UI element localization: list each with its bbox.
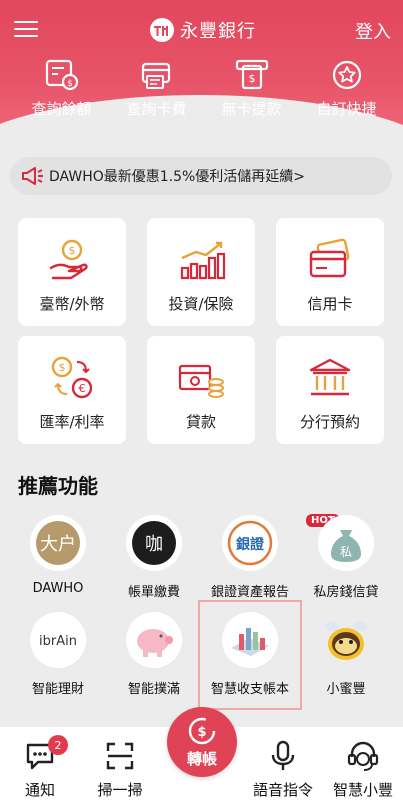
rec-bank-securities-label: 銀證資產報告 [210, 585, 289, 600]
currency-exchange-icon: $ € [51, 356, 93, 399]
bank-securities-icon: 銀證 [222, 515, 278, 571]
bill-payment-icon: 咖 [126, 515, 182, 571]
service-card-currency-label: 臺幣/外幣 [39, 295, 105, 313]
rec-bee-assistant-label: 小蜜豐 [326, 682, 366, 697]
service-card-branch-label: 分行預約 [299, 413, 360, 431]
tab-smart-assistant[interactable]: 智慧小豐 [323, 727, 403, 809]
microphone-icon [271, 740, 295, 770]
rec-ibrain-label: 智能理財 [31, 682, 84, 697]
rec-piggy-bank[interactable]: 智能撲滿 [104, 612, 204, 697]
rec-bank-securities[interactable]: 銀證 銀證資產報告 [200, 515, 300, 600]
credit-card-icon [309, 238, 350, 278]
svg-text:ibrAin: ibrAin [39, 634, 77, 649]
brand: 永豐銀行 [150, 16, 256, 44]
rec-ledger-label: 智慧收支帳本 [210, 682, 289, 697]
quick-actions: $ 查詢餘額 查詢卡費 $ 無卡提款 自訂快捷 [14, 58, 394, 122]
bank-building-icon [309, 358, 351, 396]
svg-text:€: € [79, 382, 86, 395]
tab-smart-assistant-label: 智慧小豐 [332, 781, 393, 799]
tab-transfer-label: 轉帳 [186, 749, 217, 768]
svg-text:大户: 大户 [40, 534, 76, 555]
svg-text:$: $ [67, 79, 73, 89]
hamburger-menu-icon[interactable] [14, 18, 38, 40]
cash-stack-icon [178, 364, 224, 398]
rec-piggy-bank-label: 智能撲滿 [127, 682, 180, 697]
tab-notifications-label: 通知 [24, 781, 55, 799]
promo-notice-bar[interactable]: DAWHO最新優惠1.5%優利活儲再延續> [10, 157, 392, 195]
rec-ledger[interactable]: 智慧收支帳本 [200, 612, 300, 697]
service-card-loan[interactable]: 貸款 [147, 336, 255, 444]
bee-mascot-icon [318, 612, 374, 668]
dawho-icon: 大户 [30, 515, 86, 571]
balance-coins-icon: $ [45, 59, 78, 91]
service-card-rates[interactable]: $ € 匯率/利率 [18, 336, 126, 444]
tab-scan[interactable]: 掃一掃 [80, 727, 160, 809]
quick-cardless-label: 無卡提款 [221, 100, 282, 118]
service-card-currency[interactable]: $ 臺幣/外幣 [18, 218, 126, 326]
quick-cardless-button[interactable]: $ 無卡提款 [204, 58, 299, 122]
quick-card-bill-button[interactable]: 查詢卡費 [109, 58, 204, 122]
svg-text:$: $ [69, 244, 76, 257]
rec-bill-payment[interactable]: 咖 帳單繳費 [104, 515, 204, 600]
quick-balance-label: 查詢餘額 [31, 100, 92, 118]
rec-bee-assistant[interactable]: 小蜜豐 [296, 612, 396, 697]
bank-logo-icon [150, 18, 174, 42]
service-card-loan-label: 貸款 [185, 413, 216, 431]
quick-custom-button[interactable]: 自訂快捷 [299, 58, 394, 122]
service-card-branch[interactable]: 分行預約 [276, 336, 384, 444]
notification-badge: 2 [48, 735, 68, 755]
rec-private-loan[interactable]: 私 私房錢信貸 [296, 515, 396, 600]
piggy-bank-icon [126, 612, 182, 668]
hand-coin-icon: $ [49, 239, 88, 280]
tab-transfer[interactable]: $ 轉帳 [167, 707, 237, 799]
scan-icon [106, 742, 134, 770]
login-button[interactable]: 登入 [355, 18, 391, 44]
tab-scan-label: 掃一掃 [97, 781, 143, 799]
service-card-investment[interactable]: 投資/保險 [147, 218, 255, 326]
top-bar: 永豐銀行 登入 [0, 12, 403, 48]
rec-private-loan-label: 私房錢信貸 [313, 585, 379, 600]
rec-dawho-label: DAWHO [32, 581, 84, 596]
service-card-investment-label: 投資/保險 [168, 295, 234, 313]
transfer-icon: $ [188, 717, 216, 744]
money-bag-icon: 私 [318, 515, 374, 571]
tab-notifications[interactable]: 2 通知 [0, 727, 80, 809]
svg-text:$: $ [248, 72, 255, 85]
svg-text:私: 私 [340, 545, 352, 559]
rec-dawho[interactable]: 大户 DAWHO [8, 515, 108, 596]
bar-chart-growth-icon [180, 241, 226, 280]
promo-notice-text: DAWHO最新優惠1.5%優利活儲再延續> [49, 169, 306, 185]
star-shortcut-icon [332, 60, 361, 90]
quick-balance-button[interactable]: $ 查詢餘額 [14, 58, 109, 122]
rec-ibrain[interactable]: ibrAin 智能理財 [8, 612, 108, 697]
rec-bill-payment-label: 帳單繳費 [127, 585, 180, 600]
tab-voice-command-label: 語音指令 [252, 781, 313, 799]
card-bill-icon [141, 62, 170, 89]
ledger-chart-icon [222, 612, 278, 668]
recommended-title: 推薦功能 [18, 474, 98, 498]
quick-custom-label: 自訂快捷 [316, 100, 377, 118]
service-card-credit-label: 信用卡 [307, 295, 353, 313]
ibrain-icon: ibrAin [30, 612, 86, 668]
cardless-atm-icon: $ [235, 59, 268, 90]
service-card-rates-label: 匯率/利率 [39, 413, 105, 431]
brand-name: 永豐銀行 [180, 21, 256, 42]
svg-text:$: $ [59, 361, 66, 374]
quick-card-bill-label: 查詢卡費 [126, 100, 187, 118]
svg-text:銀證: 銀證 [236, 536, 265, 553]
transfer-button[interactable]: $ 轉帳 [167, 707, 237, 777]
tab-voice-command[interactable]: 語音指令 [243, 727, 323, 809]
megaphone-icon [22, 167, 43, 185]
service-card-credit[interactable]: 信用卡 [276, 218, 384, 326]
svg-text:$: $ [197, 725, 206, 740]
svg-text:咖: 咖 [145, 534, 163, 555]
assistant-headset-icon [347, 741, 379, 771]
